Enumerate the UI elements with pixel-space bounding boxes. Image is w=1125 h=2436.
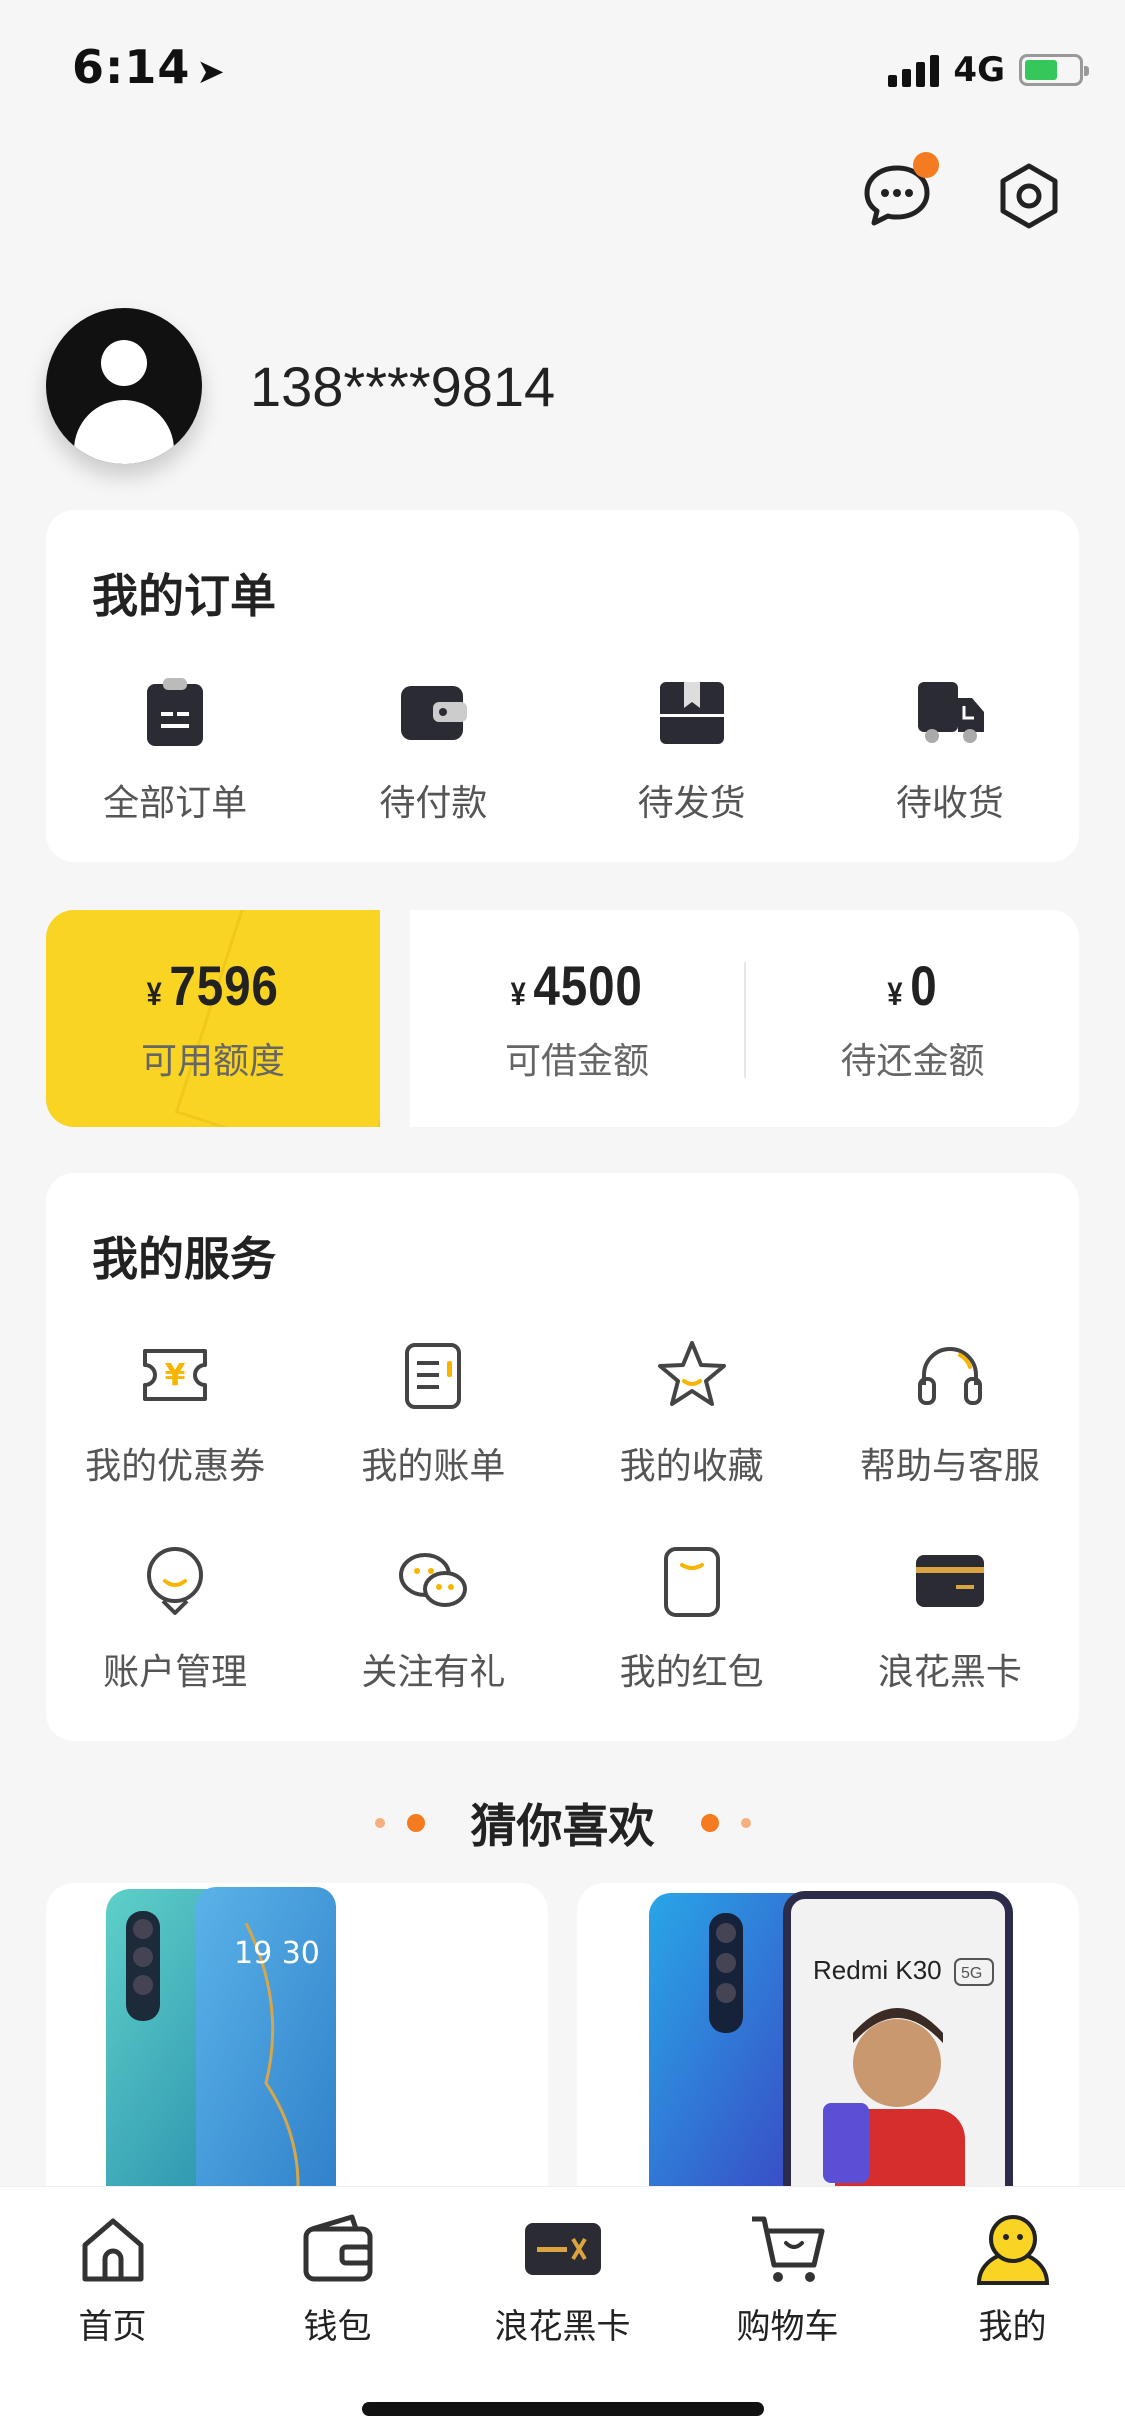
- pending-payment-button[interactable]: 待付款: [304, 674, 562, 826]
- credit-summary: ¥7596 可用额度 ¥4500 可借金额 ¥0 待还金额: [46, 910, 1079, 1127]
- recommend-title: 猜你喜欢: [470, 1799, 655, 1853]
- settings-icon[interactable]: [993, 160, 1065, 232]
- avatar[interactable]: [46, 308, 202, 464]
- status-bar: 6:14 ➤ 4G: [0, 0, 1125, 140]
- signal-icon: [888, 53, 940, 87]
- services-row-1: ¥ 我的优惠券 我的账单 我的收藏 帮助与客服: [46, 1337, 1079, 1489]
- phone-number: 138****9814: [250, 354, 556, 418]
- borrowable-amount: ¥4500: [510, 954, 644, 1017]
- notification-dot: [913, 152, 939, 178]
- orders-row: 全部订单 待付款 待发货 待收货: [46, 674, 1079, 826]
- bills-button[interactable]: 我的账单: [304, 1337, 562, 1489]
- red-packet-icon: [663, 1547, 720, 1617]
- product-card[interactable]: Redmi K30 5G: [577, 1883, 1079, 2203]
- profile-header[interactable]: 138****9814: [46, 308, 555, 464]
- borrowable-label: 可借金额: [504, 1041, 649, 1082]
- phone-image: 19 30: [106, 1887, 336, 2203]
- product-model-text: Redmi K30: [813, 1955, 942, 1985]
- profile-icon: [976, 2215, 1049, 2285]
- orders-card: 我的订单 全部订单 待付款 待发货 待收货: [46, 510, 1079, 862]
- tab-wallet[interactable]: 钱包: [225, 2209, 450, 2348]
- screen-clock: 19 30: [234, 1936, 320, 1971]
- product-card[interactable]: 19 30: [46, 1883, 548, 2203]
- follow-gift-button[interactable]: 关注有礼: [304, 1543, 562, 1695]
- headset-icon: [917, 1347, 982, 1405]
- status-time: 6:14 ➤: [72, 40, 226, 94]
- tab-black-card[interactable]: 浪花黑卡: [450, 2209, 675, 2348]
- repay-amount: ¥0: [887, 954, 938, 1017]
- all-orders-button[interactable]: 全部订单: [46, 674, 304, 826]
- credit-details-panel: ¥4500 可借金额 ¥0 待还金额: [410, 910, 1079, 1127]
- recommend-header: 猜你喜欢: [0, 1790, 1125, 1856]
- coupons-button[interactable]: ¥ 我的优惠券: [46, 1337, 304, 1489]
- repay-label: 待还金额: [840, 1041, 985, 1082]
- help-service-button[interactable]: 帮助与客服: [821, 1337, 1079, 1489]
- tab-profile[interactable]: 我的: [900, 2209, 1125, 2348]
- network-label: 4G: [953, 50, 1005, 90]
- battery-icon: [1019, 54, 1089, 86]
- svg-text:¥: ¥: [165, 1358, 186, 1393]
- available-amount: ¥7596: [146, 954, 280, 1017]
- account-management-button[interactable]: 账户管理: [46, 1543, 304, 1695]
- services-card: 我的服务 ¥ 我的优惠券 我的账单 我的收藏 帮助与客服 账户管理 关注有礼 我…: [46, 1173, 1079, 1741]
- phone-image: Redmi K30 5G: [649, 1891, 1013, 2203]
- black-card-icon: [915, 1555, 984, 1607]
- services-row-2: 账户管理 关注有礼 我的红包 浪花黑卡: [46, 1543, 1079, 1695]
- tab-home[interactable]: 首页: [0, 2209, 225, 2348]
- cart-icon: [751, 2216, 824, 2282]
- services-title: 我的服务: [92, 1232, 276, 1286]
- tab-bar: 首页 钱包 浪花黑卡 购物车 我的: [0, 2186, 1125, 2436]
- favorites-button[interactable]: 我的收藏: [563, 1337, 821, 1489]
- wallet-icon: [401, 686, 468, 740]
- repay-cell[interactable]: ¥0 待还金额: [746, 910, 1079, 1127]
- pending-shipment-button[interactable]: 待发货: [563, 674, 821, 826]
- package-icon: [659, 682, 724, 744]
- wechat-icon: [399, 1553, 468, 1607]
- coupon-icon: ¥: [143, 1349, 208, 1401]
- clipboard-icon: [147, 678, 204, 746]
- home-indicator: [362, 2402, 764, 2416]
- product-badge-text: 5G: [961, 1965, 982, 1982]
- black-card-icon: [524, 2223, 601, 2275]
- black-card-button[interactable]: 浪花黑卡: [821, 1543, 1079, 1695]
- time-text: 6:14: [72, 40, 191, 94]
- orders-title: 我的订单: [92, 569, 276, 623]
- truck-icon: [917, 682, 984, 743]
- pending-receipt-button[interactable]: 待收货: [821, 674, 1079, 826]
- status-indicators: 4G: [888, 50, 1089, 90]
- star-icon: [657, 1341, 726, 1406]
- top-actions: [861, 152, 1065, 232]
- bill-icon: [405, 1343, 462, 1409]
- location-arrow-icon: ➤: [196, 52, 226, 92]
- borrowable-cell[interactable]: ¥4500 可借金额: [410, 910, 744, 1127]
- available-credit-panel[interactable]: ¥7596 可用额度: [46, 910, 380, 1127]
- account-icon: [147, 1547, 204, 1615]
- wallet-icon: [303, 2214, 372, 2282]
- home-icon: [82, 2218, 143, 2282]
- available-label: 可用额度: [140, 1041, 285, 1082]
- tab-cart[interactable]: 购物车: [675, 2209, 900, 2348]
- red-packets-button[interactable]: 我的红包: [563, 1543, 821, 1695]
- message-icon[interactable]: [861, 152, 939, 232]
